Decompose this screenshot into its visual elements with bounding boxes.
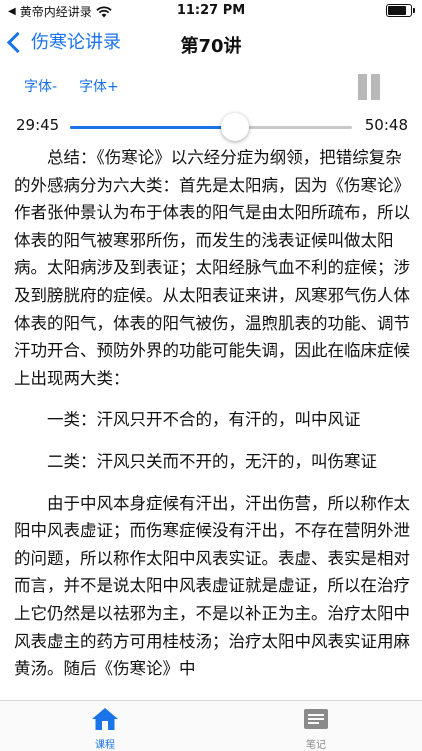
tab-bar: 课程 笔记 (0, 700, 422, 751)
status-right (386, 4, 415, 17)
progress-slider[interactable] (70, 113, 352, 141)
nav-bar: 伤寒论讲录 第70讲 (0, 22, 422, 66)
paragraph: 二类：汗风只关而不开的，无汗的，叫伤寒证 (47, 451, 377, 471)
notes-icon (304, 709, 328, 729)
font-increase-button[interactable]: 字体+ (79, 76, 119, 96)
chevron-left-icon (6, 31, 29, 53)
nav-back-label: 伤寒论讲录 (31, 32, 121, 53)
status-bar: ◀ 黄帝内经讲录 11:27 PM (0, 0, 422, 22)
pause-button[interactable] (356, 74, 382, 100)
font-decrease-button[interactable]: 字体- (24, 76, 57, 96)
audio-player: 29:45 50:48 (0, 112, 422, 142)
paragraph: 一类：汗风只开不合的，有汗的，叫中风证 (47, 410, 361, 430)
progress-fill (70, 126, 236, 129)
paragraph: 由于中风本身症候有汗出，汗出伤营，所以称作太阳中风表虚证；而伤寒症候没有汗出，不… (14, 493, 410, 679)
current-time: 29:45 (16, 116, 60, 134)
font-controls: 字体- 字体+ (24, 76, 119, 96)
total-time: 50:48 (364, 116, 408, 134)
paragraph: 总结：《伤寒论》以六经分症为纲领，把错综复杂的外感病分为六大类：首先是太阳病，因… (14, 148, 410, 388)
tab-notes-label: 笔记 (306, 740, 326, 751)
tab-course-label: 课程 (95, 740, 115, 751)
lecture-text: 总结：《伤寒论》以六经分症为纲领，把错综复杂的外感病分为六大类：首先是太阳病，因… (14, 144, 410, 700)
pause-icon (358, 74, 367, 100)
nav-back-button[interactable]: 伤寒论讲录 (6, 28, 121, 54)
battery-icon (386, 4, 415, 17)
progress-thumb[interactable] (221, 113, 250, 141)
status-time: 11:27 PM (176, 3, 246, 18)
home-icon (92, 708, 118, 730)
tab-course[interactable]: 课程 (65, 707, 145, 751)
tab-notes[interactable]: 笔记 (276, 707, 356, 751)
